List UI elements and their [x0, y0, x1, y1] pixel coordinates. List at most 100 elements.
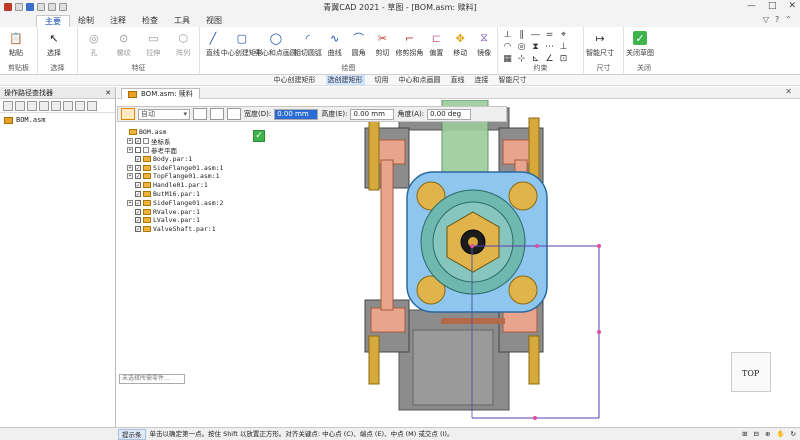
- relate-concentric-icon[interactable]: ◎: [515, 42, 528, 53]
- pathfinder-tool-icon[interactable]: [75, 101, 85, 111]
- close-button[interactable]: ✕: [788, 1, 796, 11]
- rectangle-mode-icon[interactable]: [121, 108, 135, 120]
- history-smart-dim[interactable]: 智能尺寸: [499, 75, 527, 85]
- visibility-checkbox[interactable]: ✓: [135, 155, 141, 162]
- relate-symmetric-icon[interactable]: ⧗: [529, 42, 542, 53]
- trim-corner-button[interactable]: ⌐ 修剪拐角: [395, 29, 423, 58]
- maximize-button[interactable]: □: [768, 1, 777, 11]
- ribbon-options-icon[interactable]: ▽: [763, 15, 769, 24]
- smart-dimension-button[interactable]: ↦ 智能尺寸: [586, 29, 614, 58]
- relate-equal-icon[interactable]: =: [543, 30, 556, 41]
- rotate-icon[interactable]: ↻: [791, 428, 796, 440]
- tree-item[interactable]: + ✓ TopFlange01.asm:1: [121, 172, 261, 181]
- visibility-checkbox[interactable]: ✓: [135, 208, 141, 215]
- prompt-chip[interactable]: 提示条: [118, 429, 146, 440]
- select-button[interactable]: ↖ 选择: [41, 29, 67, 58]
- tree-item[interactable]: ✓ RValve.par:1: [121, 207, 261, 216]
- hole-button[interactable]: ◎ 孔: [81, 29, 107, 58]
- part-filter-input[interactable]: 未选择所需零件...: [119, 374, 185, 384]
- tree-item[interactable]: ✓ Handle01.par:1: [121, 181, 261, 190]
- trim-button[interactable]: ✂ 剪切: [373, 29, 393, 58]
- tree-item[interactable]: ✓ LValve.par:1: [121, 216, 261, 225]
- relate-horizontal-icon[interactable]: ―: [529, 30, 542, 41]
- relate-tangent-icon[interactable]: ◠: [501, 42, 514, 53]
- tab-annotate[interactable]: 注释: [102, 15, 134, 27]
- center-rect-button[interactable]: ▢ 中心创建矩形: [221, 29, 263, 58]
- expand-toggle-icon[interactable]: +: [127, 164, 133, 171]
- visibility-checkbox[interactable]: ✓: [135, 226, 141, 233]
- close-sketch-button[interactable]: ✓ 关闭草图: [626, 29, 654, 58]
- history-select-rect[interactable]: 选创建矩形: [325, 75, 365, 85]
- tree-item[interactable]: + ✓ SideFlange01.asm:1: [121, 163, 261, 172]
- fill-style-icon[interactable]: [227, 108, 241, 120]
- fillet-button[interactable]: ⌒ 圆角: [349, 29, 369, 58]
- expand-toggle-icon[interactable]: +: [127, 199, 133, 206]
- document-close-icon[interactable]: ✕: [785, 87, 792, 96]
- pathfinder-tool-icon[interactable]: [63, 101, 73, 111]
- minimize-button[interactable]: —: [747, 1, 756, 11]
- width-field[interactable]: 0.00 mm: [274, 108, 319, 120]
- pathfinder-tool-icon[interactable]: [51, 101, 61, 111]
- height-field[interactable]: 0.00 mm: [350, 108, 395, 120]
- document-tab[interactable]: BOM.asm: 赎料: [121, 88, 200, 99]
- help-icon[interactable]: ?: [775, 15, 779, 24]
- visibility-checkbox[interactable]: ✓: [135, 173, 141, 180]
- pathfinder-close-icon[interactable]: ✕: [105, 87, 111, 98]
- history-center-rect[interactable]: 中心创建矩形: [274, 75, 316, 85]
- pathfinder-tool-icon[interactable]: [87, 101, 97, 111]
- tab-main[interactable]: 主要: [36, 15, 70, 27]
- tree-item[interactable]: + ✓ SideFlange01.asm:2: [121, 198, 261, 207]
- pattern-button[interactable]: ⬡ 阵列: [170, 29, 196, 58]
- relate-connect-icon[interactable]: ⟂: [501, 30, 514, 41]
- zoom-area-icon[interactable]: ⊟: [754, 428, 759, 440]
- paste-button[interactable]: 📋 粘贴: [3, 29, 29, 58]
- history-center-circle[interactable]: 中心和点画圆: [399, 75, 441, 85]
- tab-draw[interactable]: 绘制: [70, 15, 102, 27]
- tree-item[interactable]: BOM.asm: [121, 128, 261, 137]
- tab-view[interactable]: 视图: [198, 15, 230, 27]
- visibility-checkbox[interactable]: ✓: [135, 199, 141, 206]
- relate-fix-icon[interactable]: ⊥: [557, 42, 570, 53]
- expand-toggle-icon[interactable]: +: [127, 173, 133, 180]
- history-connect[interactable]: 连接: [475, 75, 489, 85]
- tab-tools[interactable]: 工具: [166, 15, 198, 27]
- visibility-checkbox[interactable]: ✓: [135, 190, 141, 197]
- thread-button[interactable]: ⊙ 螺纹: [111, 29, 137, 58]
- pathfinder-tool-icon[interactable]: [39, 101, 49, 111]
- expand-toggle-icon[interactable]: +: [127, 138, 133, 145]
- fit-view-icon[interactable]: ⊞: [742, 428, 747, 440]
- visibility-checkbox[interactable]: [135, 146, 141, 153]
- tree-item[interactable]: + 参考平面: [121, 146, 261, 155]
- visibility-checkbox[interactable]: ✓: [135, 138, 141, 145]
- tree-item[interactable]: + ✓ 坐标系: [121, 137, 261, 146]
- zoom-icon[interactable]: ⊕: [765, 428, 770, 440]
- drawing-canvas[interactable]: 自动 ▾ 宽度(D): 0.00 mm 高度(E): 0.00 mm 角度(A):…: [117, 100, 800, 427]
- tangent-arc-button[interactable]: ◜ 相切圆弧: [294, 29, 322, 58]
- tree-item[interactable]: ✓ Body.par:1: [121, 154, 261, 163]
- relate-lock-icon[interactable]: ⌖: [557, 30, 570, 41]
- visibility-checkbox[interactable]: ✓: [135, 217, 141, 224]
- angle-field[interactable]: 0.00 deg: [427, 108, 472, 120]
- style-icon[interactable]: [193, 108, 207, 120]
- move-button[interactable]: ✥ 移动: [450, 29, 470, 58]
- mirror-button[interactable]: ⧖ 镜像: [474, 29, 494, 58]
- pan-icon[interactable]: ✋: [776, 428, 784, 440]
- visibility-checkbox[interactable]: ✓: [135, 182, 141, 189]
- tree-item[interactable]: ✓ ButM16.par:1: [121, 190, 261, 199]
- visibility-checkbox[interactable]: ✓: [135, 164, 141, 171]
- history-cut[interactable]: 切用: [375, 75, 389, 85]
- pathfinder-tool-icon[interactable]: [15, 101, 25, 111]
- tab-inspect[interactable]: 检查: [134, 15, 166, 27]
- collapse-ribbon-icon[interactable]: ⌃: [785, 15, 792, 24]
- expand-toggle-icon[interactable]: +: [127, 146, 133, 153]
- view-cube[interactable]: TOP: [731, 352, 771, 392]
- relate-parallel-icon[interactable]: ∥: [515, 30, 528, 41]
- line-style-icon[interactable]: [210, 108, 224, 120]
- style-dropdown[interactable]: 自动 ▾: [138, 108, 190, 120]
- center-circle-button[interactable]: ◯ 中心和点画圆: [255, 29, 297, 58]
- tree-item[interactable]: ✓ ValveShaft.par:1: [121, 225, 261, 234]
- pathfinder-tool-icon[interactable]: [3, 101, 13, 111]
- pathfinder-tool-icon[interactable]: [27, 101, 37, 111]
- pathfinder-root-item[interactable]: BOM.asm: [0, 113, 115, 127]
- relate-collinear-icon[interactable]: ⋯: [543, 42, 556, 53]
